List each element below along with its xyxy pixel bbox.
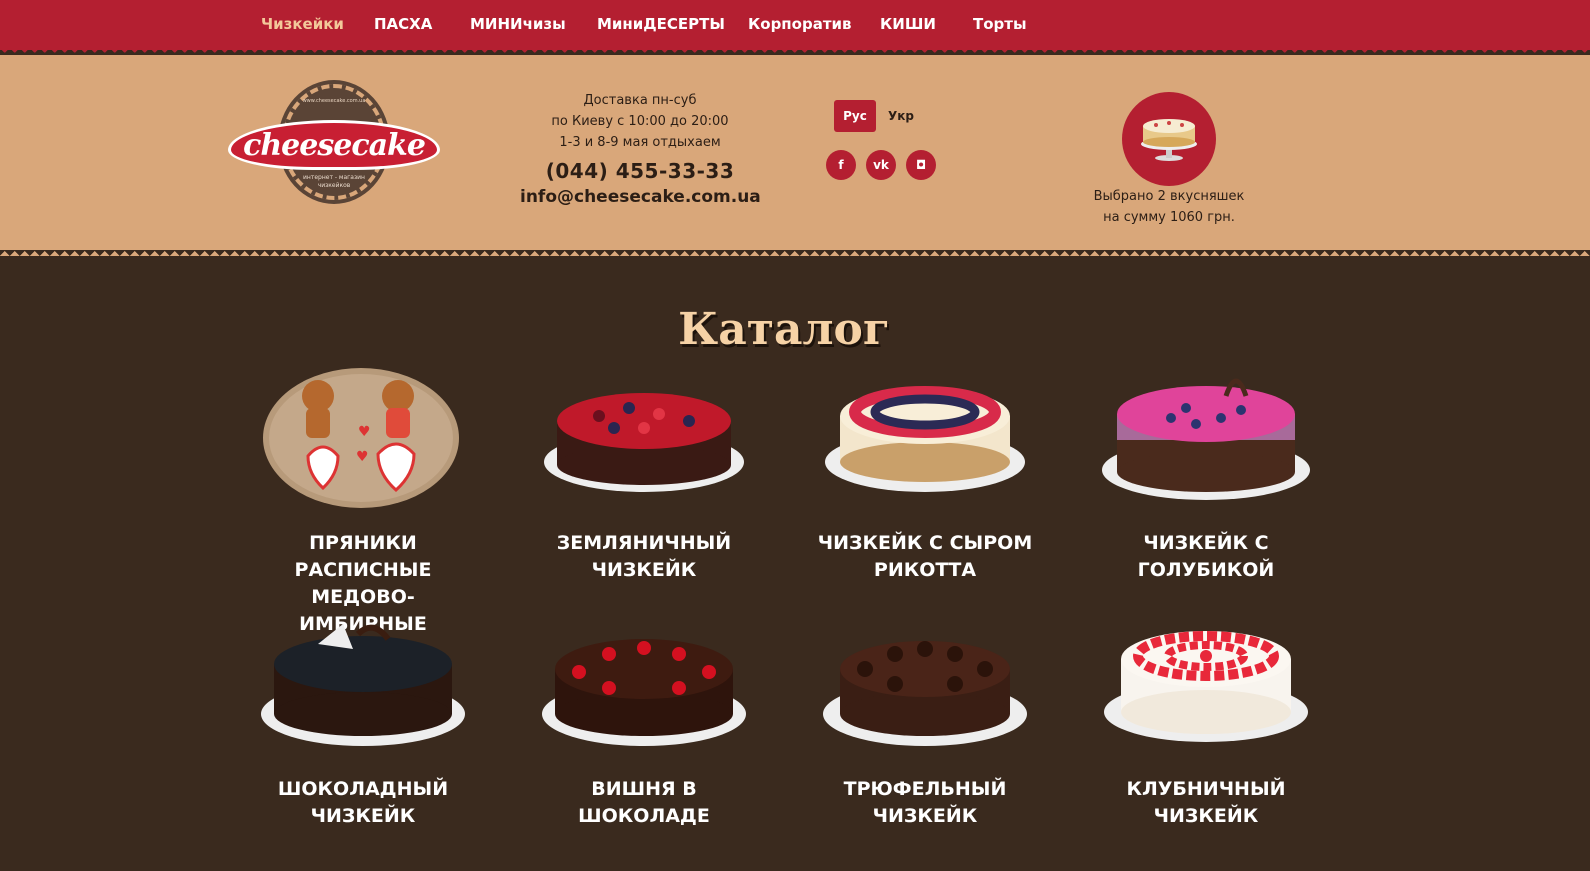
email-link[interactable]: info@cheesecake.com.ua — [520, 187, 761, 207]
product-name[interactable]: ЗЕМЛЯНИЧНЫЙ ЧИЗКЕЙК — [529, 530, 759, 584]
nav-item-quiche[interactable]: КИШИ — [880, 15, 936, 33]
svg-text:♥: ♥ — [356, 449, 369, 465]
cart-cake-icon — [1141, 119, 1197, 161]
instagram-icon[interactable]: ◘ — [906, 150, 936, 180]
delivery-line-2: по Киеву с 10:00 до 20:00 — [551, 114, 729, 129]
lang-uk-button[interactable]: Укр — [884, 100, 918, 132]
product-image-strawberry-cheesecake — [1104, 631, 1308, 742]
contact-block: Доставка пн-суб по Киеву с 10:00 до 20:0… — [520, 90, 761, 207]
product-name[interactable]: КЛУБНИЧНЫЙ ЧИЗКЕЙК — [1091, 776, 1321, 830]
product-name[interactable]: ЧИЗКЕЙК С ГОЛУБИКОЙ — [1091, 530, 1321, 584]
cart-count: Выбрано 2 вкусняшек — [1093, 189, 1245, 204]
nav-item-minicheese[interactable]: МИНИчизы — [470, 15, 566, 33]
logo-text: cheesecake — [243, 127, 426, 163]
product-name[interactable]: ЧИЗКЕЙК С СЫРОМ РИКОТТА — [810, 530, 1040, 584]
nav-item-cheesecakes[interactable]: Чизкейки — [261, 15, 344, 33]
product-image-chocolate-cheesecake — [261, 624, 465, 746]
product-image-ricotta-cheesecake — [825, 386, 1025, 492]
catalog-title: Каталог — [678, 304, 890, 355]
cart-total: на сумму 1060 грн. — [1103, 210, 1235, 225]
product-name[interactable]: ТРЮФЕЛЬНЫЙ ЧИЗКЕЙК — [810, 776, 1040, 830]
site-logo[interactable]: www.cheesecake.com.ua cheesecake интерне… — [228, 80, 440, 204]
nav-item-minidesserts[interactable]: МиниДЕСЕРТЫ — [597, 15, 725, 33]
header-zigzag-edge — [0, 246, 1590, 256]
facebook-icon[interactable]: f — [826, 150, 856, 180]
logo-subtitle-2: чизкейков — [317, 182, 351, 189]
vk-icon[interactable]: vk — [866, 150, 896, 180]
logo-subtitle-1: интернет - магазин — [303, 174, 365, 181]
delivery-line-1: Доставка пн-суб — [583, 93, 697, 108]
product-image-berry-cheesecake — [544, 393, 744, 492]
product-name[interactable]: ВИШНЯ В ШОКОЛАДЕ — [529, 776, 759, 830]
svg-text:♥: ♥ — [358, 424, 371, 440]
delivery-line-3: 1-3 и 8-9 мая отдыхаем — [559, 135, 721, 150]
product-name[interactable]: ШОКОЛАДНЫЙ ЧИЗКЕЙК — [248, 776, 478, 830]
product-image-gingerbread: ♥ ♥ — [263, 368, 459, 508]
nav-item-easter[interactable]: ПАСХА — [374, 15, 432, 33]
nav-item-corporate[interactable]: Корпоратив — [748, 15, 852, 33]
lang-ru-button[interactable]: Рус — [834, 100, 876, 132]
cart-summary[interactable]: Выбрано 2 вкусняшек на сумму 1060 грн. — [1068, 186, 1270, 228]
nav-menu: Чизкейки ПАСХА МИНИчизы МиниДЕСЕРТЫ Корп… — [0, 0, 1590, 50]
logo-url: www.cheesecake.com.ua — [302, 98, 366, 104]
product-image-cherry-chocolate — [542, 639, 746, 746]
logo-ribbon: cheesecake — [228, 120, 440, 170]
product-image-truffle-cheesecake — [823, 641, 1027, 746]
phone-number[interactable]: (044) 455-33-33 — [520, 159, 760, 183]
product-image-blueberry-cheesecake — [1102, 378, 1310, 500]
nav-item-cakes[interactable]: Торты — [973, 15, 1027, 33]
